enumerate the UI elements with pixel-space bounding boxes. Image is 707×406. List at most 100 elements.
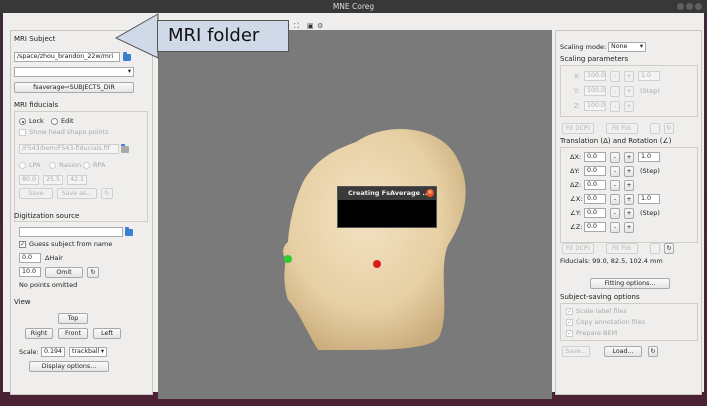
rx-plus-button[interactable]: + xyxy=(624,194,634,205)
folder-icon[interactable] xyxy=(121,144,129,153)
scale-step-input[interactable]: 1.0 xyxy=(638,71,660,81)
scale-input[interactable]: 0.194 xyxy=(41,347,65,357)
digitization-file-input[interactable] xyxy=(19,227,123,237)
interaction-select[interactable]: trackball ▾ xyxy=(69,347,107,357)
view-left-button[interactable]: Left xyxy=(93,328,121,339)
close-icon[interactable] xyxy=(695,3,702,10)
scale-x-input[interactable]: 100.0 xyxy=(584,71,606,81)
scale-y-plus[interactable]: + xyxy=(624,86,634,97)
omit-button[interactable]: Omit xyxy=(45,267,83,278)
save-as-fiducials-button[interactable]: Save as... xyxy=(57,188,97,199)
chevron-down-icon: ▾ xyxy=(639,43,643,50)
left-panel: MRI Subject /space/zhou_brandon_22w/mri … xyxy=(10,30,153,395)
nasion-label: Nasion xyxy=(59,161,82,169)
rz-input[interactable]: 0.0 xyxy=(584,222,606,232)
display-options-button[interactable]: Display options... xyxy=(29,361,109,372)
dy-plus-button[interactable]: + xyxy=(624,166,634,177)
save-subject-button[interactable]: Save... xyxy=(562,346,590,357)
scaling-params-section: Scaling parameters xyxy=(560,55,629,63)
rotation-step-input[interactable]: 1.0 xyxy=(638,194,660,204)
dz-input[interactable]: 0.0 xyxy=(584,180,606,190)
rx-minus-button[interactable]: - xyxy=(610,194,620,205)
fit-view-icon[interactable]: ⛶ xyxy=(294,22,299,31)
scale-stop-icon[interactable] xyxy=(650,123,660,134)
dy-minus-button[interactable]: - xyxy=(610,166,620,177)
save-fiducials-button[interactable]: Save xyxy=(19,188,53,199)
trans-stop-icon[interactable] xyxy=(650,243,660,254)
scale-y-minus[interactable]: - xyxy=(610,86,620,97)
scale-fit-icp-button[interactable]: Fit (ICP) xyxy=(562,123,594,134)
trans-fit-fid-button[interactable]: Fit Fid. xyxy=(606,243,638,254)
subject-select[interactable]: ▾ xyxy=(14,67,134,77)
dx-input[interactable]: 0.0 xyxy=(584,152,606,162)
reset-fiducials-button[interactable]: ↻ xyxy=(101,188,113,199)
view-right-button[interactable]: Right xyxy=(25,328,53,339)
save-snapshot-icon[interactable]: ▣ xyxy=(307,22,314,30)
fiducial-y-input[interactable]: 25.5 xyxy=(43,175,63,185)
trans-reset-button[interactable]: ↻ xyxy=(664,243,674,254)
right-panel: Scaling mode: None ▾ Scaling parameters … xyxy=(555,30,702,395)
view-front-button[interactable]: Front xyxy=(58,328,88,339)
trans-fit-icp-button[interactable]: Fit (ICP) xyxy=(562,243,594,254)
lpa-label: LPA xyxy=(29,161,41,169)
show-head-shape-checkbox[interactable] xyxy=(19,129,26,136)
nasion-marker xyxy=(373,260,381,268)
scale-z-input[interactable]: 100.0 xyxy=(584,101,606,111)
scale-label-files-checkbox[interactable]: ✓ xyxy=(566,308,573,315)
reset-omit-button[interactable]: ↻ xyxy=(87,267,99,278)
scale-y-input[interactable]: 100.0 xyxy=(584,86,606,96)
guess-subject-label: Guess subject from name xyxy=(29,240,113,248)
dy-input[interactable]: 0.0 xyxy=(584,166,606,176)
scale-fit-fid-button[interactable]: Fit Fid. xyxy=(606,123,638,134)
dx-plus-button[interactable]: + xyxy=(624,152,634,163)
gear-icon[interactable]: ⚙ xyxy=(317,22,323,30)
hair-input[interactable]: 0.0 xyxy=(19,253,41,263)
progress-dialog-title: Creating FsAverage ... xyxy=(338,187,436,200)
scale-step-label: (Step) xyxy=(640,87,660,95)
scaling-mode-select[interactable]: None ▾ xyxy=(608,42,646,52)
nasion-radio[interactable] xyxy=(49,162,56,169)
ry-minus-button[interactable]: - xyxy=(610,208,620,219)
rx-input[interactable]: 0.0 xyxy=(584,194,606,204)
fiducial-x-input[interactable]: 80.0 xyxy=(19,175,39,185)
scale-z-minus[interactable]: - xyxy=(610,101,620,112)
lpa-radio[interactable] xyxy=(19,162,26,169)
scale-x-label: X: xyxy=(574,72,581,80)
translation-step-label: (Step) xyxy=(640,167,660,175)
dx-minus-button[interactable]: - xyxy=(610,152,620,163)
dy-label: ΔY: xyxy=(570,167,580,175)
scale-z-plus[interactable]: + xyxy=(624,101,634,112)
prepare-bem-checkbox[interactable]: ✓ xyxy=(566,330,573,337)
omit-distance-input[interactable]: 10.0 xyxy=(19,267,41,277)
reset-transform-button[interactable]: ↻ xyxy=(648,346,658,357)
rz-minus-button[interactable]: - xyxy=(610,222,620,233)
fsaverage-button[interactable]: fsaverage⇨SUBJECTS_DIR xyxy=(14,82,134,93)
rz-plus-button[interactable]: + xyxy=(624,222,634,233)
subjects-dir-input[interactable]: /space/zhou_brandon_22w/mri xyxy=(14,52,120,62)
rz-label: ∠Z: xyxy=(570,223,583,231)
ry-input[interactable]: 0.0 xyxy=(584,208,606,218)
close-icon[interactable]: × xyxy=(426,189,434,197)
copy-annotation-checkbox[interactable]: ✓ xyxy=(566,319,573,326)
digitization-section: Digitization source xyxy=(14,212,80,220)
window-title: MNE Coreg xyxy=(332,2,375,11)
maximize-icon[interactable] xyxy=(686,3,693,10)
rpa-radio[interactable] xyxy=(83,162,90,169)
view-top-button[interactable]: Top xyxy=(58,313,88,324)
lock-radio[interactable] xyxy=(19,118,26,125)
edit-radio[interactable] xyxy=(51,118,58,125)
minimize-icon[interactable] xyxy=(677,3,684,10)
translation-step-input[interactable]: 1.0 xyxy=(638,152,660,162)
scale-x-plus[interactable]: + xyxy=(624,71,634,82)
fiducials-file-input[interactable]: /FS43/bem/FS43-fiducials.fif xyxy=(19,144,119,154)
folder-icon[interactable] xyxy=(125,227,133,236)
dz-plus-button[interactable]: + xyxy=(624,180,634,191)
ry-plus-button[interactable]: + xyxy=(624,208,634,219)
dz-minus-button[interactable]: - xyxy=(610,180,620,191)
scale-reset-button[interactable]: ↻ xyxy=(664,123,674,134)
fiducial-z-input[interactable]: 42.1 xyxy=(67,175,87,185)
load-button[interactable]: Load... xyxy=(604,346,642,357)
scale-x-minus[interactable]: - xyxy=(610,71,620,82)
fitting-options-button[interactable]: Fitting options... xyxy=(590,278,670,289)
guess-subject-checkbox[interactable]: ✓ xyxy=(19,241,26,248)
